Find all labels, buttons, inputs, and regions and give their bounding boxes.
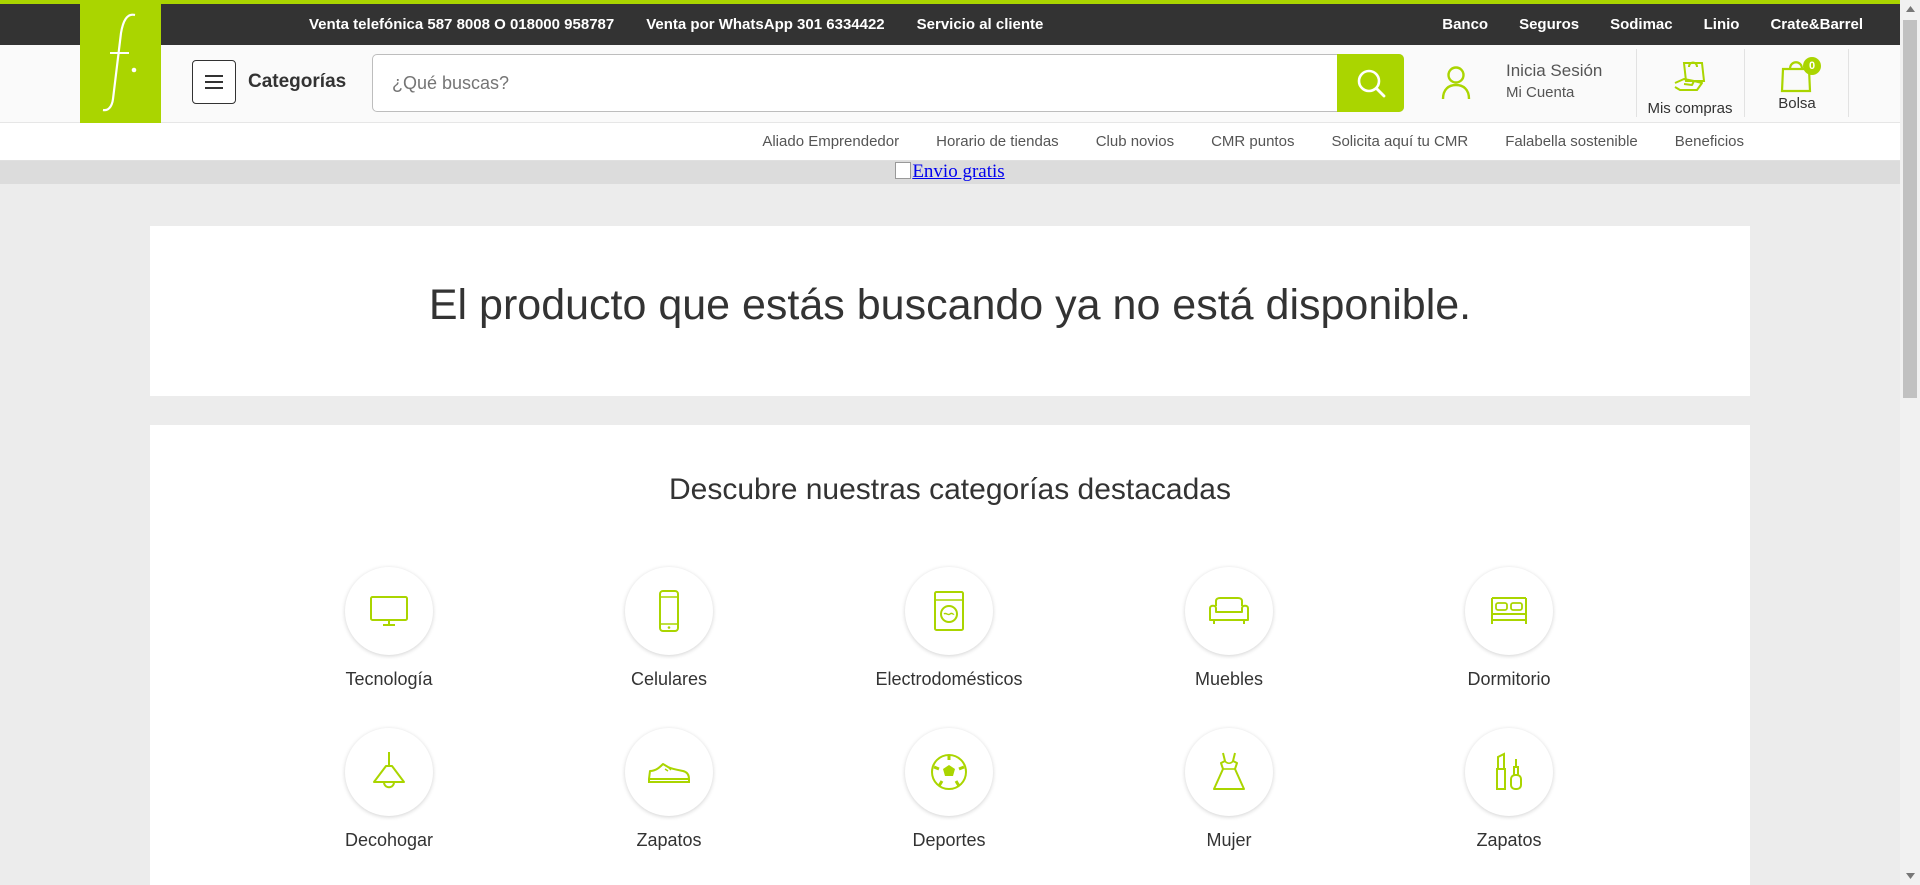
featured-categories-title: Descubre nuestras categorías destacadas — [669, 473, 1231, 506]
scrollbar-thumb[interactable] — [1903, 20, 1917, 398]
top-utility-bar: Venta telefónica 587 8008 O 018000 95878… — [0, 4, 1900, 45]
sodimac-link[interactable]: Sodimac — [1610, 16, 1673, 33]
main-header: Categorías Inicia Sesión Mi Cuenta Mis c… — [0, 45, 1900, 123]
my-purchases-label: Mis compras — [1647, 100, 1733, 117]
search-input[interactable] — [392, 55, 1332, 111]
featured-categories-card: Descubre nuestras categorías destacadas … — [150, 425, 1750, 885]
category-mujer[interactable]: Mujer — [1129, 728, 1329, 851]
search-button[interactable] — [1337, 54, 1404, 112]
bed-icon — [1491, 597, 1527, 624]
secondary-nav: Aliado Emprendedor Horario de tiendas Cl… — [0, 123, 1900, 161]
category-circle — [1185, 728, 1273, 816]
category-label: Zapatos — [1476, 830, 1542, 850]
phone-icon — [659, 590, 679, 632]
sneaker-icon — [648, 763, 690, 783]
category-tecnologia[interactable]: Tecnología — [289, 567, 489, 690]
category-circle — [1185, 567, 1273, 655]
category-circle — [1465, 728, 1553, 816]
banco-link[interactable]: Banco — [1442, 16, 1488, 33]
shopping-bag-hand-icon — [1674, 61, 1706, 91]
nav-cmr-puntos[interactable]: CMR puntos — [1211, 133, 1294, 150]
page-scrollbar[interactable] — [1900, 0, 1920, 885]
category-label: Mujer — [1206, 830, 1252, 850]
nav-falabella-sostenible[interactable]: Falabella sostenible — [1505, 133, 1638, 150]
category-circle — [345, 728, 433, 816]
category-circle — [625, 728, 713, 816]
search-icon — [1357, 69, 1385, 98]
category-celulares[interactable]: Celulares — [569, 567, 769, 690]
washer-icon — [934, 591, 964, 631]
category-label: Electrodomésticos — [875, 669, 1023, 689]
category-label: Dormitorio — [1467, 669, 1551, 689]
unavailable-message: El producto que estás buscando ya no est… — [428, 281, 1472, 329]
nav-beneficios[interactable]: Beneficios — [1675, 133, 1744, 150]
nav-solicita-cmr[interactable]: Solicita aquí tu CMR — [1331, 133, 1468, 150]
soccer-ball-icon — [931, 754, 967, 790]
top-left-links: Venta telefónica 587 8008 O 018000 95878… — [309, 4, 1043, 45]
category-electrodomesticos[interactable]: Electrodomésticos — [849, 567, 1049, 690]
account-link[interactable]: Inicia Sesión Mi Cuenta — [1506, 61, 1602, 101]
falabella-logo[interactable] — [80, 0, 161, 123]
divider — [1744, 49, 1745, 117]
category-label: Deportes — [912, 830, 986, 850]
category-label: Muebles — [1194, 669, 1264, 689]
my-account-label: Mi Cuenta — [1506, 84, 1575, 101]
cart-count-badge: 0 — [1803, 57, 1821, 75]
top-right-links: Banco Seguros Sodimac Linio Crate&Barrel — [1442, 4, 1863, 45]
category-muebles[interactable]: Muebles — [1129, 567, 1329, 690]
lamp-icon — [373, 752, 405, 789]
category-circle — [625, 567, 713, 655]
user-icon[interactable] — [1441, 65, 1471, 101]
search-bar — [372, 54, 1404, 112]
category-dormitorio[interactable]: Dormitorio — [1409, 567, 1609, 690]
nav-aliado-emprendedor[interactable]: Aliado Emprendedor — [762, 133, 899, 150]
divider — [1848, 49, 1849, 117]
category-label: Zapatos — [636, 830, 702, 850]
crate-barrel-link[interactable]: Crate&Barrel — [1770, 16, 1863, 33]
divider — [1636, 49, 1637, 117]
phone-sales-link[interactable]: Venta telefónica 587 8008 O 018000 95878… — [309, 16, 614, 33]
seguros-link[interactable]: Seguros — [1519, 16, 1579, 33]
banner-alt-text: Envio gratis — [912, 161, 1005, 182]
category-label: Decohogar — [344, 830, 434, 850]
category-label: Celulares — [630, 669, 708, 689]
falabella-f-logo-icon — [102, 13, 136, 111]
cart-label: Bolsa — [1778, 95, 1816, 112]
categories-label[interactable]: Categorías — [248, 71, 346, 93]
my-purchases-button[interactable]: Mis compras — [1638, 57, 1742, 117]
cart-button[interactable]: 0 Bolsa — [1750, 57, 1844, 112]
category-circle — [905, 728, 993, 816]
scroll-up-arrow-icon[interactable] — [1900, 0, 1920, 18]
nav-club-novios[interactable]: Club novios — [1096, 133, 1174, 150]
linio-link[interactable]: Linio — [1704, 16, 1740, 33]
category-decohogar[interactable]: Decohogar — [289, 728, 489, 851]
tv-icon — [370, 596, 408, 626]
category-circle — [905, 567, 993, 655]
dress-icon — [1213, 752, 1245, 790]
category-circle — [1465, 567, 1553, 655]
category-circle — [345, 567, 433, 655]
nav-horario-tiendas[interactable]: Horario de tiendas — [936, 133, 1059, 150]
scroll-down-arrow-icon[interactable] — [1900, 867, 1920, 885]
category-label: Tecnología — [345, 669, 433, 689]
sofa-icon — [1209, 597, 1249, 624]
free-shipping-banner-link[interactable]: Envio gratis — [895, 161, 1005, 182]
login-label: Inicia Sesión — [1506, 61, 1603, 80]
category-deportes[interactable]: Deportes — [849, 728, 1049, 851]
unavailable-card: El producto que estás buscando ya no est… — [150, 226, 1750, 396]
cart-icon-wrap: 0 — [1750, 57, 1844, 93]
category-zapatos-2[interactable]: Zapatos — [1409, 728, 1609, 851]
hamburger-icon — [205, 75, 223, 77]
hamburger-line — [205, 87, 223, 89]
makeup-icon — [1496, 752, 1522, 790]
whatsapp-sales-link[interactable]: Venta por WhatsApp 301 6334422 — [646, 16, 884, 33]
category-zapatos[interactable]: Zapatos — [569, 728, 769, 851]
hamburger-line — [205, 81, 223, 83]
categories-menu-button[interactable] — [192, 60, 236, 104]
promo-banner: Envio gratis — [0, 161, 1900, 184]
broken-image-icon — [895, 162, 912, 179]
customer-service-link[interactable]: Servicio al cliente — [917, 16, 1044, 33]
